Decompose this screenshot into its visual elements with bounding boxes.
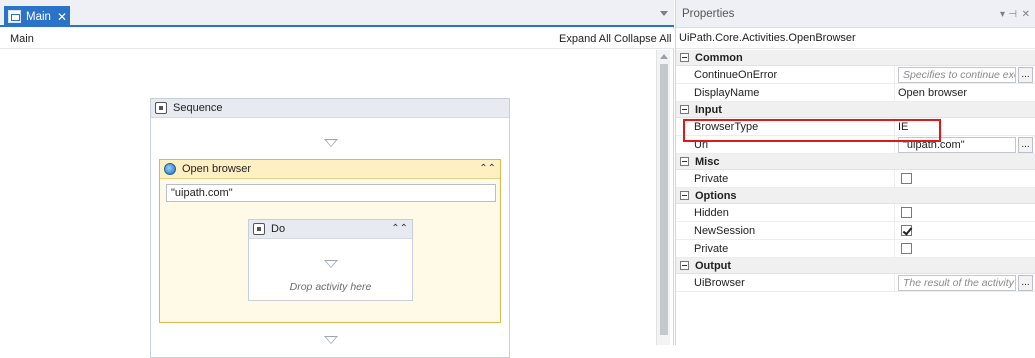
- newsession-checkbox[interactable]: [901, 225, 912, 236]
- property-row-private: Private: [676, 170, 1035, 188]
- category-label: Input: [695, 103, 722, 116]
- property-name: ContinueOnError: [676, 66, 895, 83]
- collapse-icon[interactable]: [680, 157, 689, 166]
- activity-type-label: UiPath.Core.Activities.OpenBrowser: [676, 28, 1035, 49]
- property-row-url: Url "uipath.com" ...: [676, 136, 1035, 154]
- displayname-field[interactable]: Open browser: [895, 84, 1035, 101]
- properties-panel-title: Properties ▾ ⊣ ✕: [676, 0, 1035, 28]
- collapse-chevron-icon[interactable]: ⌃⌃: [479, 163, 496, 174]
- designer-toolbar: Main Expand All Collapse All: [0, 29, 674, 49]
- panel-menu-icon[interactable]: ▾: [1000, 9, 1005, 20]
- private-checkbox[interactable]: [901, 173, 912, 184]
- continueonerror-field[interactable]: Specifies to continue executi: [898, 66, 1016, 83]
- property-row-newsession: NewSession: [676, 222, 1035, 240]
- category-input[interactable]: Input: [676, 102, 1035, 118]
- breadcrumb[interactable]: Main: [10, 33, 34, 45]
- open-browser-header[interactable]: Open browser ⌃⌃: [160, 160, 500, 179]
- property-name: NewSession: [676, 222, 895, 239]
- close-icon[interactable]: ✕: [1022, 9, 1030, 20]
- tab-main-label: Main: [26, 10, 51, 23]
- category-misc[interactable]: Misc: [676, 154, 1035, 170]
- do-title: Do: [271, 223, 286, 235]
- property-row-continueonerror: ContinueOnError Specifies to continue ex…: [676, 66, 1035, 84]
- category-label: Output: [695, 259, 732, 272]
- drop-target-arrow-icon[interactable]: [324, 336, 338, 344]
- uibrowser-field[interactable]: The result of the activity a...: [898, 274, 1016, 291]
- pin-icon[interactable]: ⊣: [1008, 9, 1017, 20]
- category-label: Options: [695, 189, 737, 202]
- property-name: Url: [676, 136, 895, 153]
- collapse-chevron-icon[interactable]: ⌃⌃: [391, 223, 408, 234]
- private-checkbox[interactable]: [901, 243, 912, 254]
- sequence-icon: [155, 102, 167, 114]
- tab-main[interactable]: Main ✕: [4, 6, 70, 27]
- hidden-checkbox[interactable]: [901, 207, 912, 218]
- property-row-uibrowser: UiBrowser The result of the activity a..…: [676, 274, 1035, 292]
- sequence-activity[interactable]: Sequence Open browser ⌃⌃ Do ⌃⌃ Drop acti…: [150, 98, 510, 358]
- do-header[interactable]: Do ⌃⌃: [249, 220, 412, 239]
- browsertype-field[interactable]: IE: [895, 118, 1035, 135]
- properties-panel: Properties ▾ ⊣ ✕ UiPath.Core.Activities.…: [675, 0, 1035, 345]
- property-grid: Common ContinueOnError Specifies to cont…: [676, 50, 1035, 292]
- property-name: UiBrowser: [676, 274, 895, 291]
- category-label: Common: [695, 51, 743, 64]
- open-browser-activity[interactable]: Open browser ⌃⌃ Do ⌃⌃ Drop activity here: [159, 159, 501, 323]
- property-name: Hidden: [676, 204, 895, 221]
- scrollbar-thumb[interactable]: [660, 64, 668, 335]
- url-field[interactable]: "uipath.com": [898, 136, 1016, 153]
- category-output[interactable]: Output: [676, 258, 1035, 274]
- property-row-options-private: Private: [676, 240, 1035, 258]
- browser-globe-icon: [164, 163, 176, 175]
- property-name: DisplayName: [676, 84, 895, 101]
- ellipsis-button[interactable]: ...: [1018, 274, 1033, 291]
- workflow-file-icon: [8, 10, 21, 23]
- drop-target-arrow-icon[interactable]: [324, 139, 338, 147]
- ellipsis-button[interactable]: ...: [1018, 66, 1033, 83]
- expand-all-button[interactable]: Expand All: [559, 33, 611, 45]
- vertical-scrollbar[interactable]: [656, 50, 670, 345]
- properties-title-label: Properties: [682, 7, 735, 20]
- category-common[interactable]: Common: [676, 50, 1035, 66]
- collapse-icon[interactable]: [680, 53, 689, 62]
- category-options[interactable]: Options: [676, 188, 1035, 204]
- do-container[interactable]: Do ⌃⌃ Drop activity here: [248, 219, 413, 301]
- document-tab-strip: Main ✕: [0, 0, 674, 27]
- collapse-icon[interactable]: [680, 105, 689, 114]
- url-input[interactable]: [166, 184, 496, 202]
- scroll-up-icon[interactable]: [660, 54, 668, 59]
- property-name: BrowserType: [676, 118, 895, 135]
- collapse-all-button[interactable]: Collapse All: [614, 33, 671, 45]
- sequence-title: Sequence: [173, 102, 223, 114]
- drop-activity-hint: Drop activity here: [289, 281, 372, 293]
- close-icon[interactable]: ✕: [57, 11, 67, 23]
- property-name: Private: [676, 240, 895, 257]
- property-row-hidden: Hidden: [676, 204, 1035, 222]
- workflow-designer-panel: Main ✕ Main Expand All Collapse All Sequ…: [0, 0, 674, 358]
- property-row-displayname: DisplayName Open browser: [676, 84, 1035, 102]
- category-label: Misc: [695, 155, 720, 168]
- tab-list-dropdown-icon[interactable]: [660, 11, 668, 16]
- open-browser-title: Open browser: [182, 163, 252, 175]
- drop-target-arrow-icon[interactable]: [324, 260, 338, 268]
- sequence-header[interactable]: Sequence: [151, 99, 509, 118]
- collapse-icon[interactable]: [680, 261, 689, 270]
- collapse-icon[interactable]: [680, 191, 689, 200]
- ellipsis-button[interactable]: ...: [1018, 136, 1033, 153]
- property-row-browsertype: BrowserType IE: [676, 118, 1035, 136]
- sequence-icon: [253, 223, 265, 235]
- property-name: Private: [676, 170, 895, 187]
